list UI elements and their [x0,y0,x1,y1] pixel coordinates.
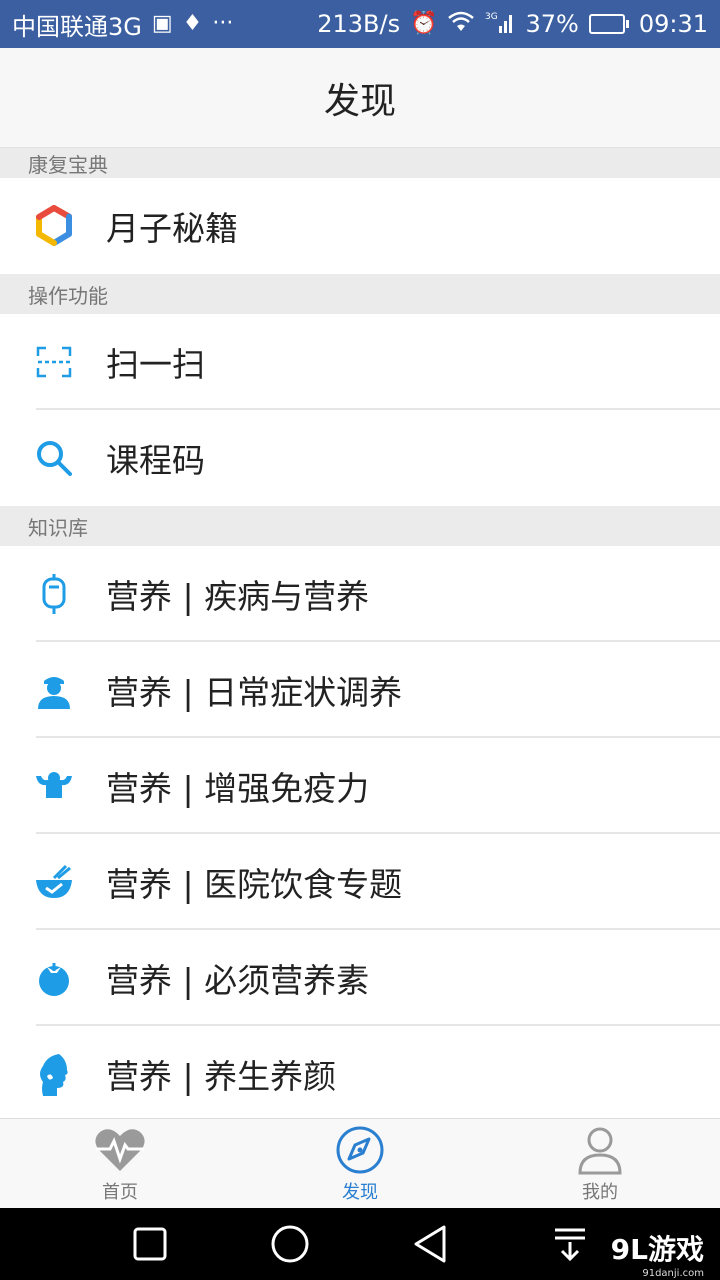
hexagon-logo-icon [32,204,76,248]
tab-label: 发现 [342,1181,378,1203]
recent-apps-button[interactable] [120,1214,180,1274]
watermark-sub: 91danji.com [642,1268,704,1279]
tab-home[interactable]: 首页 [40,1124,200,1204]
search-icon [32,436,76,480]
page-title: 发现 [323,80,396,122]
more-icon: ··· [212,11,234,36]
watermark-logo: 9L游戏 91danji.com [611,1228,704,1279]
list-item-essential-nutrients[interactable]: 营养 | 必须营养素 [0,930,720,1026]
nurse-icon [32,668,76,712]
list-item-health-beauty[interactable]: 营养 | 养生养颜 [0,1026,720,1118]
list-item-label: 课程码 [106,441,205,480]
list-item-label: 扫一扫 [106,345,205,384]
wifi-icon [447,11,475,38]
tab-mine[interactable]: 我的 [520,1124,680,1204]
list-item-disease-nutrition[interactable]: 营养 | 疾病与营养 [0,546,720,642]
battery-icon [588,14,629,34]
network-speed: 213B/s [317,10,401,38]
list-item-hospital-diet[interactable]: 营养 | 医院饮食专题 [0,834,720,930]
title-bar: 发现 [0,48,720,148]
list-item-label: 月子秘籍 [106,209,238,248]
notification-pull-down-button[interactable] [540,1214,600,1274]
scan-icon [32,340,76,384]
list-item-label: 营养 | 增强免疫力 [106,769,370,808]
bottom-tab-bar: 首页 发现 我的 [0,1118,720,1208]
compass-icon [334,1124,386,1176]
food-bowl-icon [32,860,76,904]
network-type: 3G [485,12,498,22]
list-item-label: 营养 | 日常症状调养 [106,673,403,712]
image-icon: ▣ [151,11,173,36]
battery-percent: 37% [525,10,579,38]
list-item-label: 营养 | 医院饮食专题 [106,865,403,904]
iv-drip-icon [32,572,76,616]
carrier-label: 中国联通3G [12,12,142,41]
discover-list[interactable]: 康复宝典 月子秘籍 操作功能 扫一扫 课程码 知识库 营养 | 疾病与营养 营养… [0,148,720,1118]
face-profile-icon [32,1052,76,1096]
alarm-icon: ⏰ [410,11,438,36]
section-header-operations: 操作功能 [0,274,720,314]
user-icon [574,1124,626,1176]
strong-person-icon [32,764,76,808]
status-bar: 中国联通3G ▣ ♦ ··· 213B/s ⏰ 3G 37% 09:31 [0,0,720,48]
tab-label: 首页 [102,1181,138,1203]
list-item-label: 营养 | 必须营养素 [106,961,370,1000]
list-item-postpartum[interactable]: 月子秘籍 [0,178,720,274]
notification-icon: ♦ [182,11,203,36]
list-item-scan[interactable]: 扫一扫 [0,314,720,410]
tab-discover[interactable]: 发现 [280,1124,440,1204]
list-item-daily-symptoms[interactable]: 营养 | 日常症状调养 [0,642,720,738]
signal-icon: 3G [485,10,515,39]
tab-label: 我的 [582,1181,618,1203]
tomato-icon [32,956,76,1000]
home-button[interactable] [260,1214,320,1274]
list-item-label: 营养 | 疾病与营养 [106,577,370,616]
watermark-text: 9L游戏 [610,1233,704,1266]
back-button[interactable] [400,1214,460,1274]
list-item-label: 营养 | 养生养颜 [106,1057,337,1096]
list-item-immunity[interactable]: 营养 | 增强免疫力 [0,738,720,834]
heartbeat-icon [94,1124,146,1176]
section-header-knowledge: 知识库 [0,506,720,546]
clock: 09:31 [638,10,708,38]
list-item-course-code[interactable]: 课程码 [0,410,720,506]
section-header-rehab: 康复宝典 [0,148,720,178]
